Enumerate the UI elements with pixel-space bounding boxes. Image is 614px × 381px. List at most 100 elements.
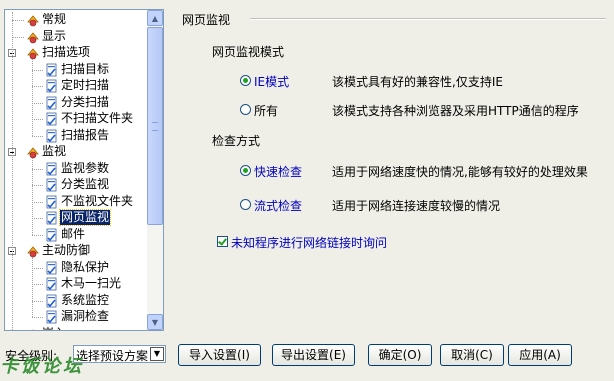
tree-item[interactable]: 显示 — [5, 29, 149, 46]
tree-connector — [12, 36, 24, 38]
tree-connector — [32, 102, 43, 104]
security-level-value: 选择预设方案 — [76, 349, 149, 363]
document-check-icon — [45, 96, 59, 110]
tree-connector — [32, 267, 43, 269]
cancel-button[interactable]: 取消(C) — [440, 344, 504, 366]
tree-item[interactable]: 常规 — [5, 12, 149, 29]
radio-all-mode-label[interactable]: 所有 — [254, 102, 278, 119]
radio-all-mode[interactable] — [240, 104, 251, 115]
apply-button[interactable]: 应用(A) — [508, 344, 572, 366]
tree-item-label: 邮件 — [61, 226, 86, 241]
tree-item[interactable]: 分类扫描 — [5, 95, 149, 112]
tree-item[interactable]: 木马一扫光 — [5, 276, 149, 293]
document-check-icon — [45, 310, 59, 324]
document-check-icon — [45, 294, 59, 308]
tree-item-label: 监视 — [42, 144, 67, 158]
tree-item[interactable]: 网页监视 — [5, 209, 149, 227]
tree-connector — [32, 201, 43, 203]
tree-item[interactable]: 隐私保护 — [5, 260, 149, 277]
export-settings-button[interactable]: 导出设置(E) — [272, 344, 355, 366]
tree-item[interactable]: 漏洞检查 — [5, 309, 149, 326]
tree-item-label: 系统监控 — [61, 292, 110, 307]
scroll-down-button[interactable]: ▼ — [147, 314, 163, 330]
radio-stream-check-label[interactable]: 流式检查 — [254, 197, 302, 214]
radio-ie-mode-label[interactable]: IE模式 — [254, 73, 289, 90]
settings-tree[interactable]: 常规显示扫描选项扫描目标定时扫描 分类扫描 不扫描文件夹 扫描报告监视监视参数分类监视… — [4, 9, 164, 331]
embed-icon — [26, 327, 40, 330]
document-check-icon — [45, 261, 59, 275]
tree-item-label: 漏洞检查 — [61, 309, 110, 323]
radio-fast-check[interactable] — [240, 165, 251, 176]
page-title: 网页监视 — [182, 13, 231, 27]
tree-item-label: 显示 — [42, 28, 67, 43]
tree-item[interactable]: 扫描报告 — [5, 128, 149, 145]
chevron-down-icon[interactable]: ▼ — [150, 347, 164, 361]
ask-unknown-program-checkbox[interactable] — [217, 236, 228, 247]
tree-item-label: 扫描报告 — [61, 127, 110, 142]
tree-item[interactable]: 扫描目标 — [5, 62, 149, 79]
radio-stream-check[interactable] — [240, 199, 251, 210]
ok-button[interactable]: 确定(O) — [368, 344, 432, 366]
document-check-icon — [45, 129, 59, 143]
all-mode-description: 该模式支持各种浏览器及采用HTTP通信的程序 — [332, 104, 579, 118]
scan-icon — [26, 46, 40, 60]
tree-item-label: 主动防御 — [42, 243, 91, 257]
tree-item-label: 分类监视 — [61, 177, 110, 191]
ie-mode-description: 该模式具有好的兼容性,仅支持IE — [332, 75, 503, 89]
tree-item[interactable]: 定时扫描 — [5, 78, 149, 95]
tree-item-label: 不扫描文件夹 — [61, 111, 134, 125]
mode-group-heading: 网页监视模式 — [212, 45, 285, 59]
scroll-up-button[interactable]: ▲ — [147, 10, 163, 26]
document-check-icon — [45, 79, 59, 93]
document-check-icon — [45, 211, 59, 225]
tree-item[interactable]: 不扫描文件夹 — [5, 111, 149, 128]
tree-connector — [32, 317, 43, 318]
display-icon — [26, 30, 40, 44]
tree-item-label: 扫描目标 — [61, 61, 110, 76]
ask-unknown-program-label[interactable]: 未知程序进行网络链接时询问 — [231, 234, 387, 251]
tree-connector — [32, 86, 43, 87]
chevron-down-icon: ▼ — [151, 317, 159, 327]
tree-connector — [32, 284, 43, 285]
tree-item[interactable]: 嵌入 — [5, 326, 149, 331]
tree-item[interactable]: 系统监控 — [5, 293, 149, 310]
tree-connector — [32, 119, 43, 120]
security-level-select[interactable]: 选择预设方案 ▼ — [73, 345, 166, 363]
tree-item[interactable]: 扫描选项 — [5, 45, 149, 62]
chevron-up-icon: ▲ — [151, 13, 159, 23]
tree-item-label: 扫描选项 — [42, 45, 91, 59]
tree-item-label: 嵌入 — [41, 326, 67, 331]
fast-check-description: 适用于网络速度快的情况,能够有较好的处理效果 — [332, 165, 588, 179]
tree-connector — [32, 257, 33, 317]
tree-scrollbar[interactable]: ▲ ▼ — [147, 10, 163, 330]
radio-ie-mode[interactable] — [240, 75, 251, 86]
tree-connector — [32, 69, 43, 71]
document-check-icon — [45, 178, 59, 192]
monitor-icon — [26, 145, 40, 159]
tree-item[interactable]: 不监视文件夹 — [5, 194, 149, 211]
tree-item-label: 常规 — [42, 12, 67, 26]
tree-item[interactable]: 主动防御 — [5, 243, 149, 260]
tree-item[interactable]: 邮件 — [5, 227, 149, 244]
scroll-thumb[interactable] — [147, 27, 163, 225]
stream-check-description: 适用于网络连接速度较慢的情况 — [332, 199, 501, 213]
forum-watermark: 卡饭论坛 — [0, 356, 84, 377]
tree-connector — [32, 168, 43, 170]
tree-item[interactable]: 监视 — [5, 144, 149, 161]
tree-item-label: 木马一扫光 — [61, 276, 122, 290]
tree-connector — [32, 185, 43, 186]
radio-fast-check-label[interactable]: 快速检查 — [254, 163, 302, 180]
settings-icon — [26, 13, 40, 27]
tree-item-label: 隐私保护 — [61, 259, 110, 274]
tree-item-label: 监视参数 — [61, 160, 110, 175]
tree-item[interactable]: 监视参数 — [5, 161, 149, 178]
import-settings-button[interactable]: 导入设置(I) — [178, 344, 261, 366]
tree-item[interactable]: 分类监视 — [5, 177, 149, 194]
tree-items: 常规显示扫描选项扫描目标定时扫描 分类扫描 不扫描文件夹 扫描报告监视监视参数分类监视… — [5, 12, 149, 331]
shield-icon — [26, 244, 40, 258]
tree-item-label: 不监视文件夹 — [61, 193, 134, 208]
tree-connector — [32, 59, 33, 136]
tree-connector — [32, 158, 33, 235]
check-group-heading: 检查方式 — [212, 134, 261, 148]
document-check-icon — [45, 228, 59, 242]
